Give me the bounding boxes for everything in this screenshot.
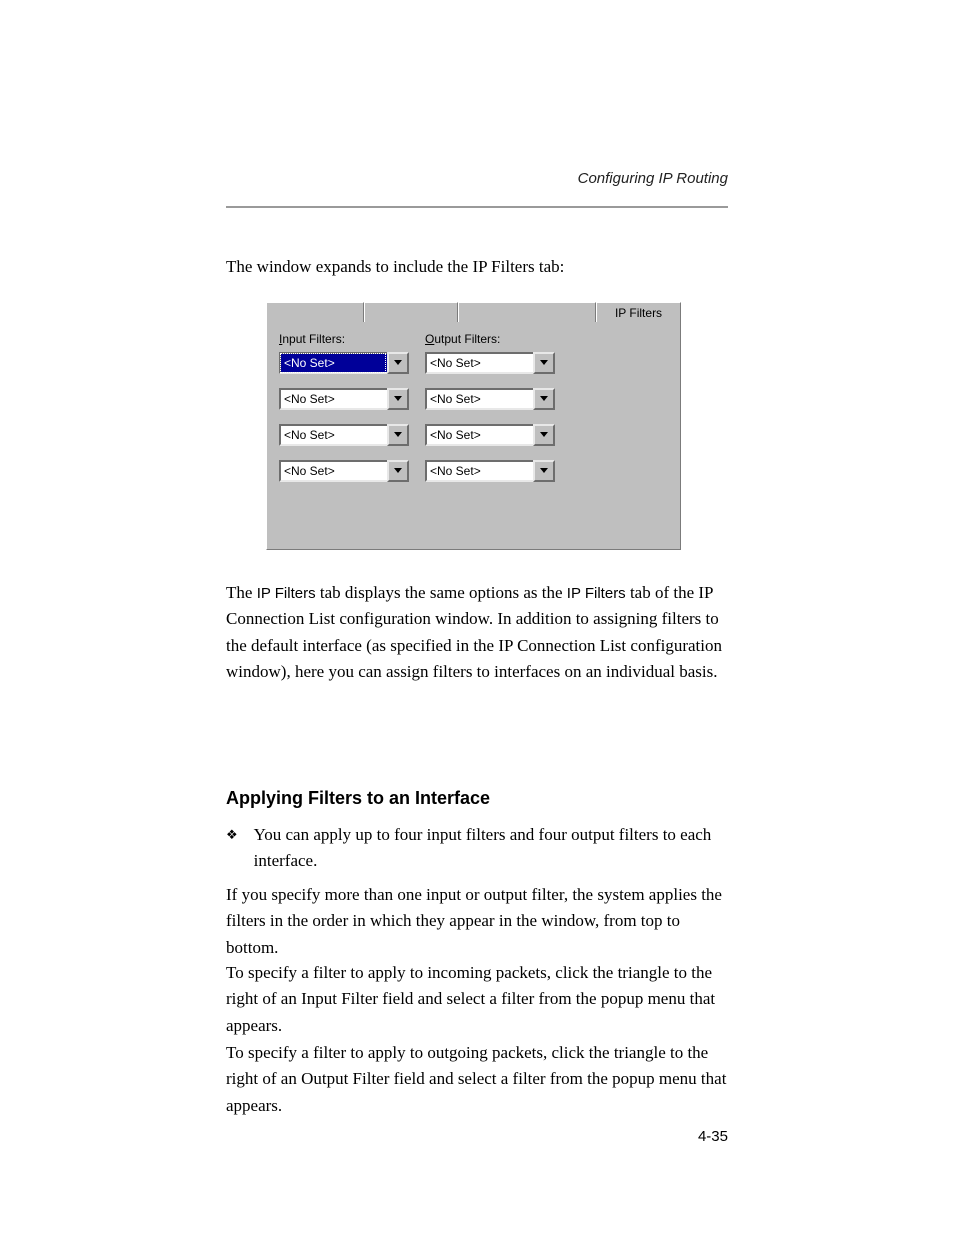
bullet-1: ❖ You can apply up to four input filters… bbox=[226, 822, 728, 875]
output-filters-label: Output Filters: bbox=[425, 332, 565, 346]
tab-ip-filters[interactable]: IP Filters bbox=[596, 302, 681, 322]
output-filter-2-dropdown[interactable] bbox=[533, 388, 555, 410]
input-filter-3-dropdown[interactable] bbox=[387, 424, 409, 446]
input-filter-2-dropdown[interactable] bbox=[387, 388, 409, 410]
diamond-bullet-icon: ❖ bbox=[226, 822, 238, 841]
input-filter-1[interactable]: <No Set> bbox=[279, 352, 409, 374]
tab-page: Input Filters: <No Set> <No Set> <No Set… bbox=[266, 322, 681, 550]
paragraph-3: To specify a filter to apply to incoming… bbox=[226, 960, 728, 1039]
intro-text: The window expands to include the IP Fil… bbox=[226, 255, 728, 280]
chevron-down-icon bbox=[540, 432, 548, 438]
input-filter-3[interactable]: <No Set> bbox=[279, 424, 409, 446]
paragraph-1: The IP Filters tab displays the same opt… bbox=[226, 580, 728, 685]
input-filter-3-value: <No Set> bbox=[279, 424, 387, 446]
chevron-down-icon bbox=[394, 432, 402, 438]
tab-ip-filters-label: IP Filters bbox=[615, 306, 662, 320]
paragraph-4: To specify a filter to apply to outgoing… bbox=[226, 1040, 728, 1119]
output-filter-4-value: <No Set> bbox=[425, 460, 533, 482]
output-filter-1-dropdown[interactable] bbox=[533, 352, 555, 374]
output-filter-1[interactable]: <No Set> bbox=[425, 352, 555, 374]
paragraph-2: If you specify more than one input or ou… bbox=[226, 882, 728, 961]
chevron-down-icon bbox=[394, 360, 402, 366]
chevron-down-icon bbox=[540, 360, 548, 366]
running-head: Configuring IP Routing bbox=[578, 170, 728, 187]
tab-blank-1[interactable] bbox=[266, 302, 364, 322]
input-filters-label: Input Filters: bbox=[279, 332, 419, 346]
input-filter-1-dropdown[interactable] bbox=[387, 352, 409, 374]
output-filters-column: Output Filters: <No Set> <No Set> <No Se… bbox=[425, 332, 565, 496]
output-filter-2[interactable]: <No Set> bbox=[425, 388, 555, 410]
tab-strip: IP Filters bbox=[266, 302, 681, 322]
output-filter-2-value: <No Set> bbox=[425, 388, 533, 410]
tab-blank-2[interactable] bbox=[364, 302, 458, 322]
output-filter-3-value: <No Set> bbox=[425, 424, 533, 446]
input-filters-column: Input Filters: <No Set> <No Set> <No Set… bbox=[279, 332, 419, 496]
input-filter-2[interactable]: <No Set> bbox=[279, 388, 409, 410]
chevron-down-icon bbox=[394, 468, 402, 474]
page-number: 4-35 bbox=[698, 1128, 728, 1145]
output-filter-4[interactable]: <No Set> bbox=[425, 460, 555, 482]
chevron-down-icon bbox=[540, 468, 548, 474]
bullet-1-text: You can apply up to four input filters a… bbox=[254, 822, 728, 875]
ip-filters-dialog: IP Filters Input Filters: <No Set> <No S… bbox=[266, 302, 681, 550]
chevron-down-icon bbox=[394, 396, 402, 402]
input-filter-1-value: <No Set> bbox=[279, 352, 387, 374]
input-filter-4[interactable]: <No Set> bbox=[279, 460, 409, 482]
tab-blank-3[interactable] bbox=[458, 302, 596, 322]
output-filter-3-dropdown[interactable] bbox=[533, 424, 555, 446]
input-filter-4-dropdown[interactable] bbox=[387, 460, 409, 482]
header-rule bbox=[226, 206, 728, 208]
output-filter-4-dropdown[interactable] bbox=[533, 460, 555, 482]
input-filter-2-value: <No Set> bbox=[279, 388, 387, 410]
section-heading: Applying Filters to an Interface bbox=[226, 788, 490, 809]
chevron-down-icon bbox=[540, 396, 548, 402]
output-filter-1-value: <No Set> bbox=[425, 352, 533, 374]
output-filter-3[interactable]: <No Set> bbox=[425, 424, 555, 446]
input-filter-4-value: <No Set> bbox=[279, 460, 387, 482]
